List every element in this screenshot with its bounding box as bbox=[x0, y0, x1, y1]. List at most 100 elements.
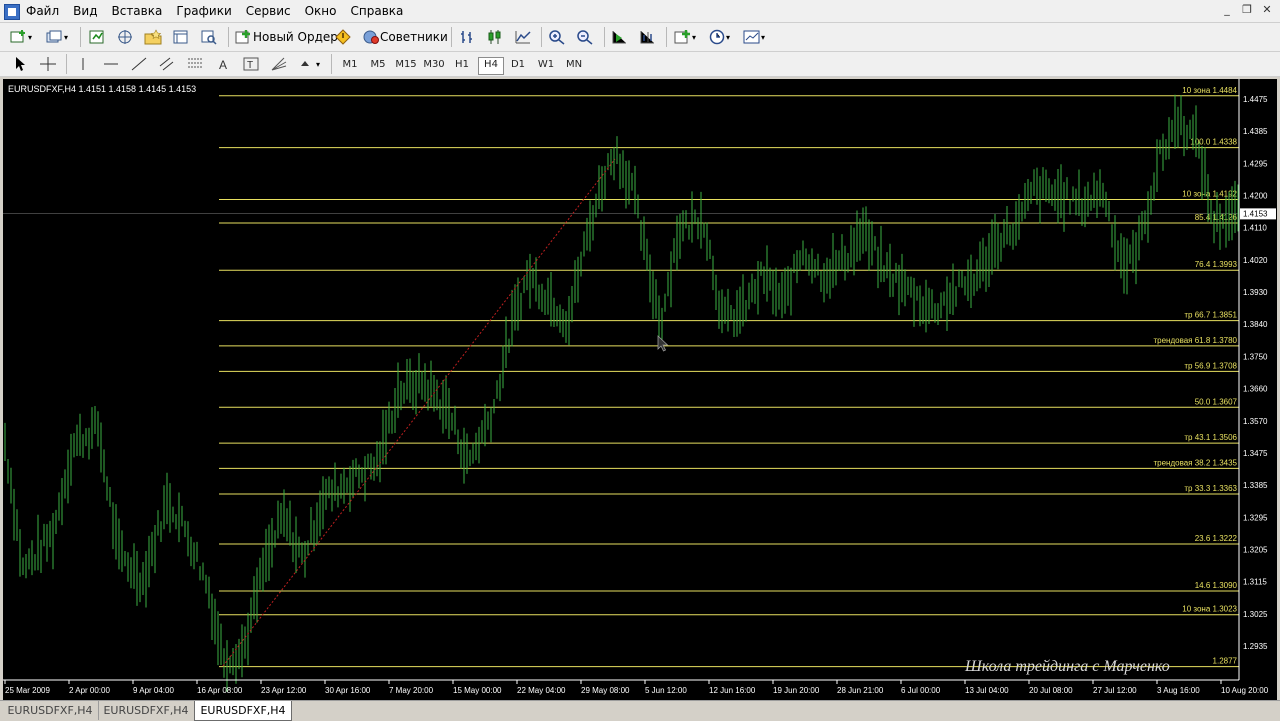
new-order-button[interactable]: Новый Ордер bbox=[235, 27, 338, 47]
tab-chart-2[interactable]: EURUSDFXF,H4 bbox=[98, 701, 195, 720]
zoom-out-button[interactable] bbox=[576, 27, 594, 47]
timeframe-w1[interactable]: W1 bbox=[534, 57, 558, 73]
time-tick-label: 19 Jun 20:00 bbox=[773, 686, 820, 695]
vertical-line-icon bbox=[82, 58, 84, 70]
menu-insert[interactable]: Вставка bbox=[111, 4, 162, 18]
fibo-level-label: тр 56.9 1.3708 bbox=[1184, 361, 1237, 370]
menu-help[interactable]: Справка bbox=[351, 4, 404, 18]
fibo-level-label: 85.4 1.4126 bbox=[1195, 213, 1238, 222]
chart-title: EURUSDFXF,H4 1.4151 1.4158 1.4145 1.4153 bbox=[8, 84, 196, 94]
navigator-button[interactable] bbox=[144, 27, 162, 47]
restore-icon[interactable]: ❐ bbox=[1240, 3, 1254, 17]
templates-button[interactable]: ▾ bbox=[743, 27, 765, 47]
price-tick-label: 1.3115 bbox=[1243, 578, 1267, 587]
time-tick-label: 22 May 04:00 bbox=[517, 686, 566, 695]
time-tick-label: 27 Jul 12:00 bbox=[1093, 686, 1137, 695]
new-chart-icon bbox=[10, 30, 25, 43]
price-tick-label: 1.3205 bbox=[1243, 545, 1268, 554]
time-tick-label: 10 Aug 20:00 bbox=[1221, 686, 1269, 695]
text-tool[interactable]: A bbox=[214, 54, 232, 74]
template-icon bbox=[743, 30, 760, 44]
time-tick-label: 7 May 20:00 bbox=[389, 686, 434, 695]
crosshair-icon bbox=[40, 57, 56, 71]
bar-chart-button[interactable] bbox=[458, 27, 476, 47]
menu-window[interactable]: Окно bbox=[305, 4, 337, 18]
horizontal-line-icon bbox=[104, 63, 118, 65]
price-tick-label: 1.3295 bbox=[1243, 513, 1268, 522]
fibo-fan-icon bbox=[271, 57, 287, 71]
text-icon: A bbox=[219, 58, 227, 72]
periods-button[interactable]: ▾ bbox=[708, 27, 730, 47]
timeframe-m1[interactable]: M1 bbox=[338, 57, 362, 73]
tester-button[interactable] bbox=[200, 27, 218, 47]
price-tick-label: 1.3570 bbox=[1243, 417, 1268, 426]
candlestick-button[interactable] bbox=[486, 27, 504, 47]
close-icon[interactable]: ✕ bbox=[1260, 3, 1274, 17]
chart-shift-button[interactable] bbox=[638, 27, 656, 47]
diamond-icon bbox=[335, 29, 351, 45]
fibo-level-label: тр 33.3 1.3363 bbox=[1184, 484, 1237, 493]
menu-file[interactable]: Файл bbox=[26, 4, 59, 18]
cursor-icon bbox=[16, 57, 25, 71]
zoom-in-icon bbox=[549, 30, 565, 45]
autoscroll-button[interactable] bbox=[610, 27, 628, 47]
horizontal-line-tool[interactable] bbox=[102, 54, 120, 74]
time-tick-label: 9 Apr 04:00 bbox=[133, 686, 174, 695]
new-chart-button[interactable]: ▾ bbox=[10, 27, 32, 47]
metaeditor-button[interactable] bbox=[334, 27, 352, 47]
price-tick-label: 1.4110 bbox=[1243, 224, 1267, 233]
menu-view[interactable]: Вид bbox=[73, 4, 97, 18]
trendline-tool[interactable] bbox=[130, 54, 148, 74]
menu-charts[interactable]: Графики bbox=[176, 4, 231, 18]
crosshair-tool[interactable] bbox=[39, 54, 57, 74]
app-icon[interactable] bbox=[4, 4, 20, 20]
price-tick-label: 1.4020 bbox=[1243, 256, 1268, 265]
folder-star-icon bbox=[144, 29, 162, 45]
fibonacci-tool[interactable] bbox=[186, 54, 204, 74]
chart-shift-icon bbox=[640, 31, 654, 44]
tab-chart-1[interactable]: EURUSDFXF,H4 bbox=[2, 701, 99, 720]
fibo-fan-tool[interactable] bbox=[270, 54, 288, 74]
text-label-icon: T bbox=[243, 57, 259, 71]
price-tick-label: 1.2935 bbox=[1243, 642, 1268, 651]
timeframe-h4[interactable]: H4 bbox=[478, 57, 504, 75]
price-tick-label: 1.4200 bbox=[1243, 192, 1268, 201]
new-order-label: Новый Ордер bbox=[253, 30, 338, 44]
text-label-tool[interactable]: T bbox=[242, 54, 260, 74]
experts-button[interactable]: Советники bbox=[362, 27, 448, 47]
timeframe-m30[interactable]: M30 bbox=[422, 57, 446, 73]
fibo-level-label: трендовая 61.8 1.3780 bbox=[1153, 336, 1237, 345]
market-watch-button[interactable] bbox=[88, 27, 106, 47]
price-chart[interactable]: EURUSDFXF,H4 1.4151 1.4158 1.4145 1.4153… bbox=[3, 79, 1277, 700]
timeframe-m15[interactable]: M15 bbox=[394, 57, 418, 73]
trend-line[interactable] bbox=[222, 158, 616, 667]
clock-icon bbox=[709, 29, 725, 45]
timeframe-h1[interactable]: H1 bbox=[450, 57, 474, 73]
timeframe-m5[interactable]: M5 bbox=[366, 57, 390, 73]
indicators-button[interactable]: ▾ bbox=[674, 27, 696, 47]
line-chart-button[interactable] bbox=[514, 27, 532, 47]
timeframe-d1[interactable]: D1 bbox=[506, 57, 530, 73]
timeframe-mn[interactable]: MN bbox=[562, 57, 586, 73]
terminal-button[interactable] bbox=[172, 27, 190, 47]
minimize-icon[interactable]: _ bbox=[1220, 3, 1234, 17]
arrows-icon bbox=[301, 61, 309, 66]
arrows-tool[interactable]: ▾ bbox=[298, 54, 320, 74]
cursor-tool[interactable] bbox=[11, 54, 29, 74]
vertical-line-tool[interactable] bbox=[74, 54, 92, 74]
zoom-in-button[interactable] bbox=[548, 27, 566, 47]
time-tick-label: 28 Jun 21:00 bbox=[837, 686, 884, 695]
profiles-button[interactable]: ▾ bbox=[46, 27, 68, 47]
menu-tools[interactable]: Сервис bbox=[246, 4, 291, 18]
fibo-level-label: 76.4 1.3993 bbox=[1195, 260, 1238, 269]
line-chart-icon bbox=[515, 31, 531, 44]
chart-canvas[interactable]: EURUSDFXF,H4 1.4151 1.4158 1.4145 1.4153… bbox=[3, 79, 1277, 700]
time-tick-label: 3 Aug 16:00 bbox=[1157, 686, 1200, 695]
profiles-icon bbox=[46, 30, 62, 43]
tab-chart-3[interactable]: EURUSDFXF,H4 bbox=[194, 701, 292, 721]
bar-chart-icon bbox=[461, 31, 472, 43]
equidistant-channel-tool[interactable] bbox=[158, 54, 176, 74]
data-window-button[interactable] bbox=[116, 27, 134, 47]
fibonacci-icon bbox=[188, 58, 202, 68]
indicators-icon bbox=[674, 30, 690, 44]
